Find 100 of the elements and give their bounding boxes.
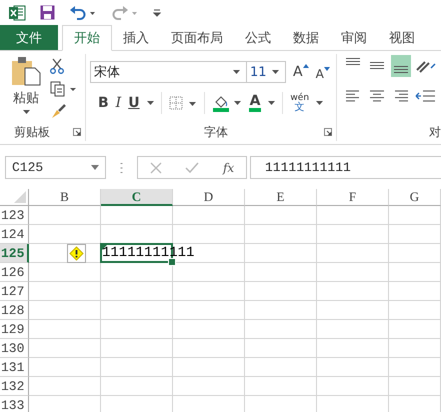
ribbon-tab[interactable]: 视图 bbox=[378, 25, 426, 50]
decrease-font-size-button[interactable]: A bbox=[316, 66, 330, 80]
row-header[interactable]: 131 bbox=[0, 358, 29, 377]
grid-cell[interactable] bbox=[101, 339, 173, 358]
grid-cell[interactable] bbox=[317, 301, 389, 320]
ribbon-tab[interactable]: 插入 bbox=[112, 25, 160, 50]
scissors-icon[interactable] bbox=[50, 58, 64, 74]
ribbon-tab[interactable]: 页面布局 bbox=[160, 25, 234, 50]
grid-cell[interactable] bbox=[389, 301, 441, 320]
grid-cell[interactable] bbox=[173, 358, 245, 377]
row-header[interactable]: 129 bbox=[0, 320, 29, 339]
grid-cell[interactable] bbox=[317, 263, 389, 282]
grid-cell[interactable] bbox=[389, 320, 441, 339]
warning-icon[interactable] bbox=[67, 244, 86, 262]
underline-button[interactable]: U bbox=[128, 95, 140, 111]
column-header[interactable]: D bbox=[173, 189, 245, 206]
ribbon-tab[interactable]: 审阅 bbox=[330, 25, 378, 50]
increase-font-size-button[interactable]: A bbox=[293, 64, 309, 80]
fill-color-icon[interactable] bbox=[212, 94, 242, 112]
grid-cell[interactable] bbox=[389, 282, 441, 301]
grid-cell[interactable] bbox=[29, 301, 101, 320]
row-header[interactable]: 127 bbox=[0, 282, 29, 301]
grid-cell[interactable] bbox=[173, 339, 245, 358]
save-icon[interactable] bbox=[40, 5, 55, 20]
grid-cell[interactable] bbox=[245, 358, 317, 377]
grid-cell[interactable] bbox=[389, 339, 441, 358]
grid-cell[interactable] bbox=[29, 206, 101, 225]
grid-cell[interactable] bbox=[245, 377, 317, 396]
row-header[interactable]: 123 bbox=[0, 206, 29, 225]
grid-cell[interactable] bbox=[29, 320, 101, 339]
grid-cell[interactable] bbox=[245, 320, 317, 339]
ribbon-tab[interactable]: 公式 bbox=[234, 25, 282, 50]
grid-cell[interactable] bbox=[101, 377, 173, 396]
grid-cell[interactable] bbox=[245, 244, 317, 263]
grid-cell[interactable] bbox=[245, 263, 317, 282]
grid-cell[interactable] bbox=[317, 244, 389, 263]
paste-button[interactable]: 粘贴 bbox=[8, 56, 44, 123]
redo-icon[interactable] bbox=[111, 4, 139, 20]
grid-cell[interactable] bbox=[389, 377, 441, 396]
grid-cell[interactable] bbox=[173, 377, 245, 396]
grid-cell[interactable] bbox=[317, 225, 389, 244]
grid-cell[interactable] bbox=[317, 320, 389, 339]
grid-cell[interactable] bbox=[245, 206, 317, 225]
caret-icon[interactable] bbox=[268, 101, 276, 105]
grid-cell[interactable] bbox=[173, 263, 245, 282]
font-size-dropdown[interactable]: 11 bbox=[246, 61, 286, 83]
grid-cell[interactable] bbox=[245, 301, 317, 320]
ribbon-tab[interactable]: 文件 bbox=[0, 25, 58, 50]
caret-icon[interactable] bbox=[146, 101, 154, 105]
ribbon-tab[interactable]: 开始 bbox=[62, 25, 112, 51]
grid-cell[interactable] bbox=[389, 244, 441, 263]
grid-cell[interactable] bbox=[101, 320, 173, 339]
grid-cell[interactable] bbox=[389, 225, 441, 244]
grid-cell[interactable] bbox=[389, 358, 441, 377]
grid-cell[interactable] bbox=[317, 377, 389, 396]
grid-cell[interactable] bbox=[101, 301, 173, 320]
grid-cell[interactable] bbox=[29, 263, 101, 282]
customize-icon[interactable] bbox=[153, 8, 161, 18]
grid-cell[interactable] bbox=[173, 225, 245, 244]
grid-cell[interactable] bbox=[29, 377, 101, 396]
row-header[interactable]: 125 bbox=[0, 244, 29, 263]
grid-cell[interactable] bbox=[29, 282, 101, 301]
column-header[interactable]: E bbox=[245, 189, 317, 206]
grid-cell[interactable] bbox=[317, 358, 389, 377]
bold-button[interactable]: B bbox=[98, 95, 109, 111]
font-name-dropdown[interactable]: 宋体 bbox=[90, 61, 247, 83]
vertical-align-button[interactable] bbox=[391, 55, 411, 77]
grid-cell[interactable] bbox=[173, 301, 245, 320]
undo-icon[interactable] bbox=[69, 4, 97, 20]
column-header[interactable]: G bbox=[389, 189, 441, 206]
grid-cell[interactable] bbox=[389, 263, 441, 282]
italic-button[interactable]: I bbox=[116, 95, 122, 111]
font-color-button[interactable]: A bbox=[248, 94, 262, 112]
paintbrush-icon[interactable] bbox=[50, 104, 66, 120]
grid-cell[interactable] bbox=[29, 339, 101, 358]
row-header[interactable]: 130 bbox=[0, 339, 29, 358]
check-icon[interactable] bbox=[185, 162, 200, 174]
grid-cell[interactable] bbox=[101, 263, 173, 282]
decrease-indent-icon[interactable] bbox=[415, 89, 435, 103]
phonetic-guide-button[interactable]: wén 文 bbox=[290, 93, 310, 113]
copy-icon[interactable] bbox=[50, 81, 78, 97]
row-header[interactable]: 128 bbox=[0, 301, 29, 320]
column-header[interactable]: F bbox=[317, 189, 389, 206]
row-header[interactable]: 132 bbox=[0, 377, 29, 396]
select-all-button[interactable] bbox=[0, 189, 29, 206]
grid-cell[interactable] bbox=[29, 244, 101, 263]
insert-function-button[interactable]: fx bbox=[222, 160, 234, 174]
borders-icon[interactable] bbox=[168, 96, 197, 110]
ribbon-tab[interactable]: 数据 bbox=[282, 25, 330, 50]
name-box[interactable]: C125 bbox=[5, 156, 106, 179]
row-header[interactable]: 133 bbox=[0, 396, 29, 412]
row-header[interactable]: 126 bbox=[0, 263, 29, 282]
formula-input[interactable]: 11111111111 bbox=[250, 156, 441, 179]
cancel-icon[interactable] bbox=[150, 162, 162, 174]
grid-cell[interactable] bbox=[245, 339, 317, 358]
grid-cell[interactable] bbox=[245, 282, 317, 301]
grid-cell[interactable] bbox=[317, 339, 389, 358]
dialog-launcher-icon[interactable] bbox=[324, 128, 332, 136]
column-header[interactable]: C bbox=[101, 189, 173, 206]
grid-cell[interactable] bbox=[245, 225, 317, 244]
